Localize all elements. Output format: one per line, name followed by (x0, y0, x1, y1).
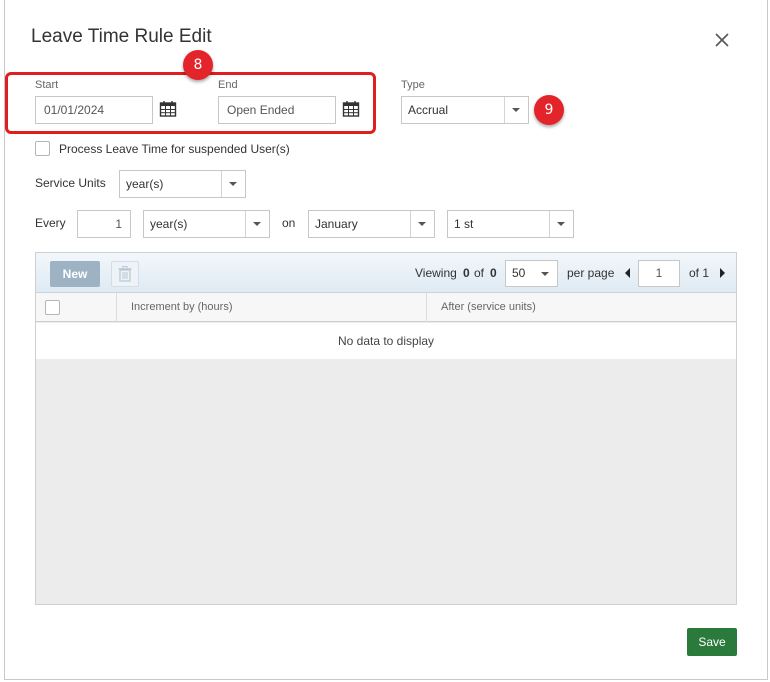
highlight-box (5, 72, 376, 134)
viewing-label: Viewing (415, 266, 457, 280)
chevron-down-icon (245, 211, 269, 237)
chevron-down-icon (221, 171, 245, 197)
type-select[interactable]: Accrual (401, 96, 529, 124)
viewing-from: 0 (463, 266, 470, 280)
select-all-checkbox[interactable] (45, 300, 60, 315)
service-units-select[interactable]: year(s) (119, 170, 246, 198)
page-number-input[interactable]: 1 (638, 260, 680, 287)
suspended-label: Process Leave Time for suspended User(s) (59, 142, 290, 156)
chevron-down-icon (549, 211, 573, 237)
empty-state-row: No data to display (36, 323, 736, 359)
page-size-value: 50 (512, 266, 526, 280)
viewing-total: 0 (490, 266, 497, 280)
type-select-value: Accrual (408, 103, 449, 117)
column-header-increment[interactable]: Increment by (hours) (131, 301, 232, 313)
callout-badge-9: 9 (534, 95, 564, 125)
day-value: 1 st (454, 217, 474, 231)
close-icon[interactable] (712, 30, 732, 50)
per-page-label: per page (567, 266, 615, 280)
month-select[interactable]: January (308, 210, 435, 238)
day-select[interactable]: 1 st (447, 210, 574, 238)
every-count-input[interactable]: 1 (77, 210, 131, 238)
save-button[interactable]: Save (687, 628, 737, 656)
trash-icon[interactable] (111, 261, 139, 287)
service-units-label: Service Units (35, 176, 106, 190)
column-divider (426, 293, 427, 322)
dialog-title: Leave Time Rule Edit (31, 26, 212, 47)
prev-page-icon[interactable] (625, 268, 630, 278)
new-button[interactable]: New (50, 261, 100, 287)
chevron-down-icon (533, 261, 557, 286)
callout-badge-8: 8 (183, 50, 213, 80)
viewing-of: of (474, 266, 485, 280)
grid-header-row: Increment by (hours) After (service unit… (36, 293, 736, 322)
suspended-checkbox[interactable] (35, 141, 50, 156)
grid-toolbar: New Viewing 0 of 0 50 per page 1 of 1 (36, 253, 736, 293)
every-unit-select[interactable]: year(s) (143, 210, 270, 238)
service-units-value: year(s) (126, 177, 164, 191)
increments-grid: New Viewing 0 of 0 50 per page 1 of 1 In… (35, 252, 737, 605)
column-header-after[interactable]: After (service units) (441, 301, 536, 313)
next-page-icon[interactable] (720, 268, 725, 278)
type-label: Type (401, 79, 425, 91)
chevron-down-icon (410, 211, 434, 237)
every-label: Every (35, 216, 66, 230)
chevron-down-icon (504, 97, 528, 123)
page-size-select[interactable]: 50 (505, 260, 558, 287)
every-unit-value: year(s) (150, 217, 188, 231)
column-divider (116, 293, 117, 322)
month-value: January (315, 217, 358, 231)
on-label: on (282, 216, 296, 230)
page-of-label: of 1 (689, 266, 710, 280)
